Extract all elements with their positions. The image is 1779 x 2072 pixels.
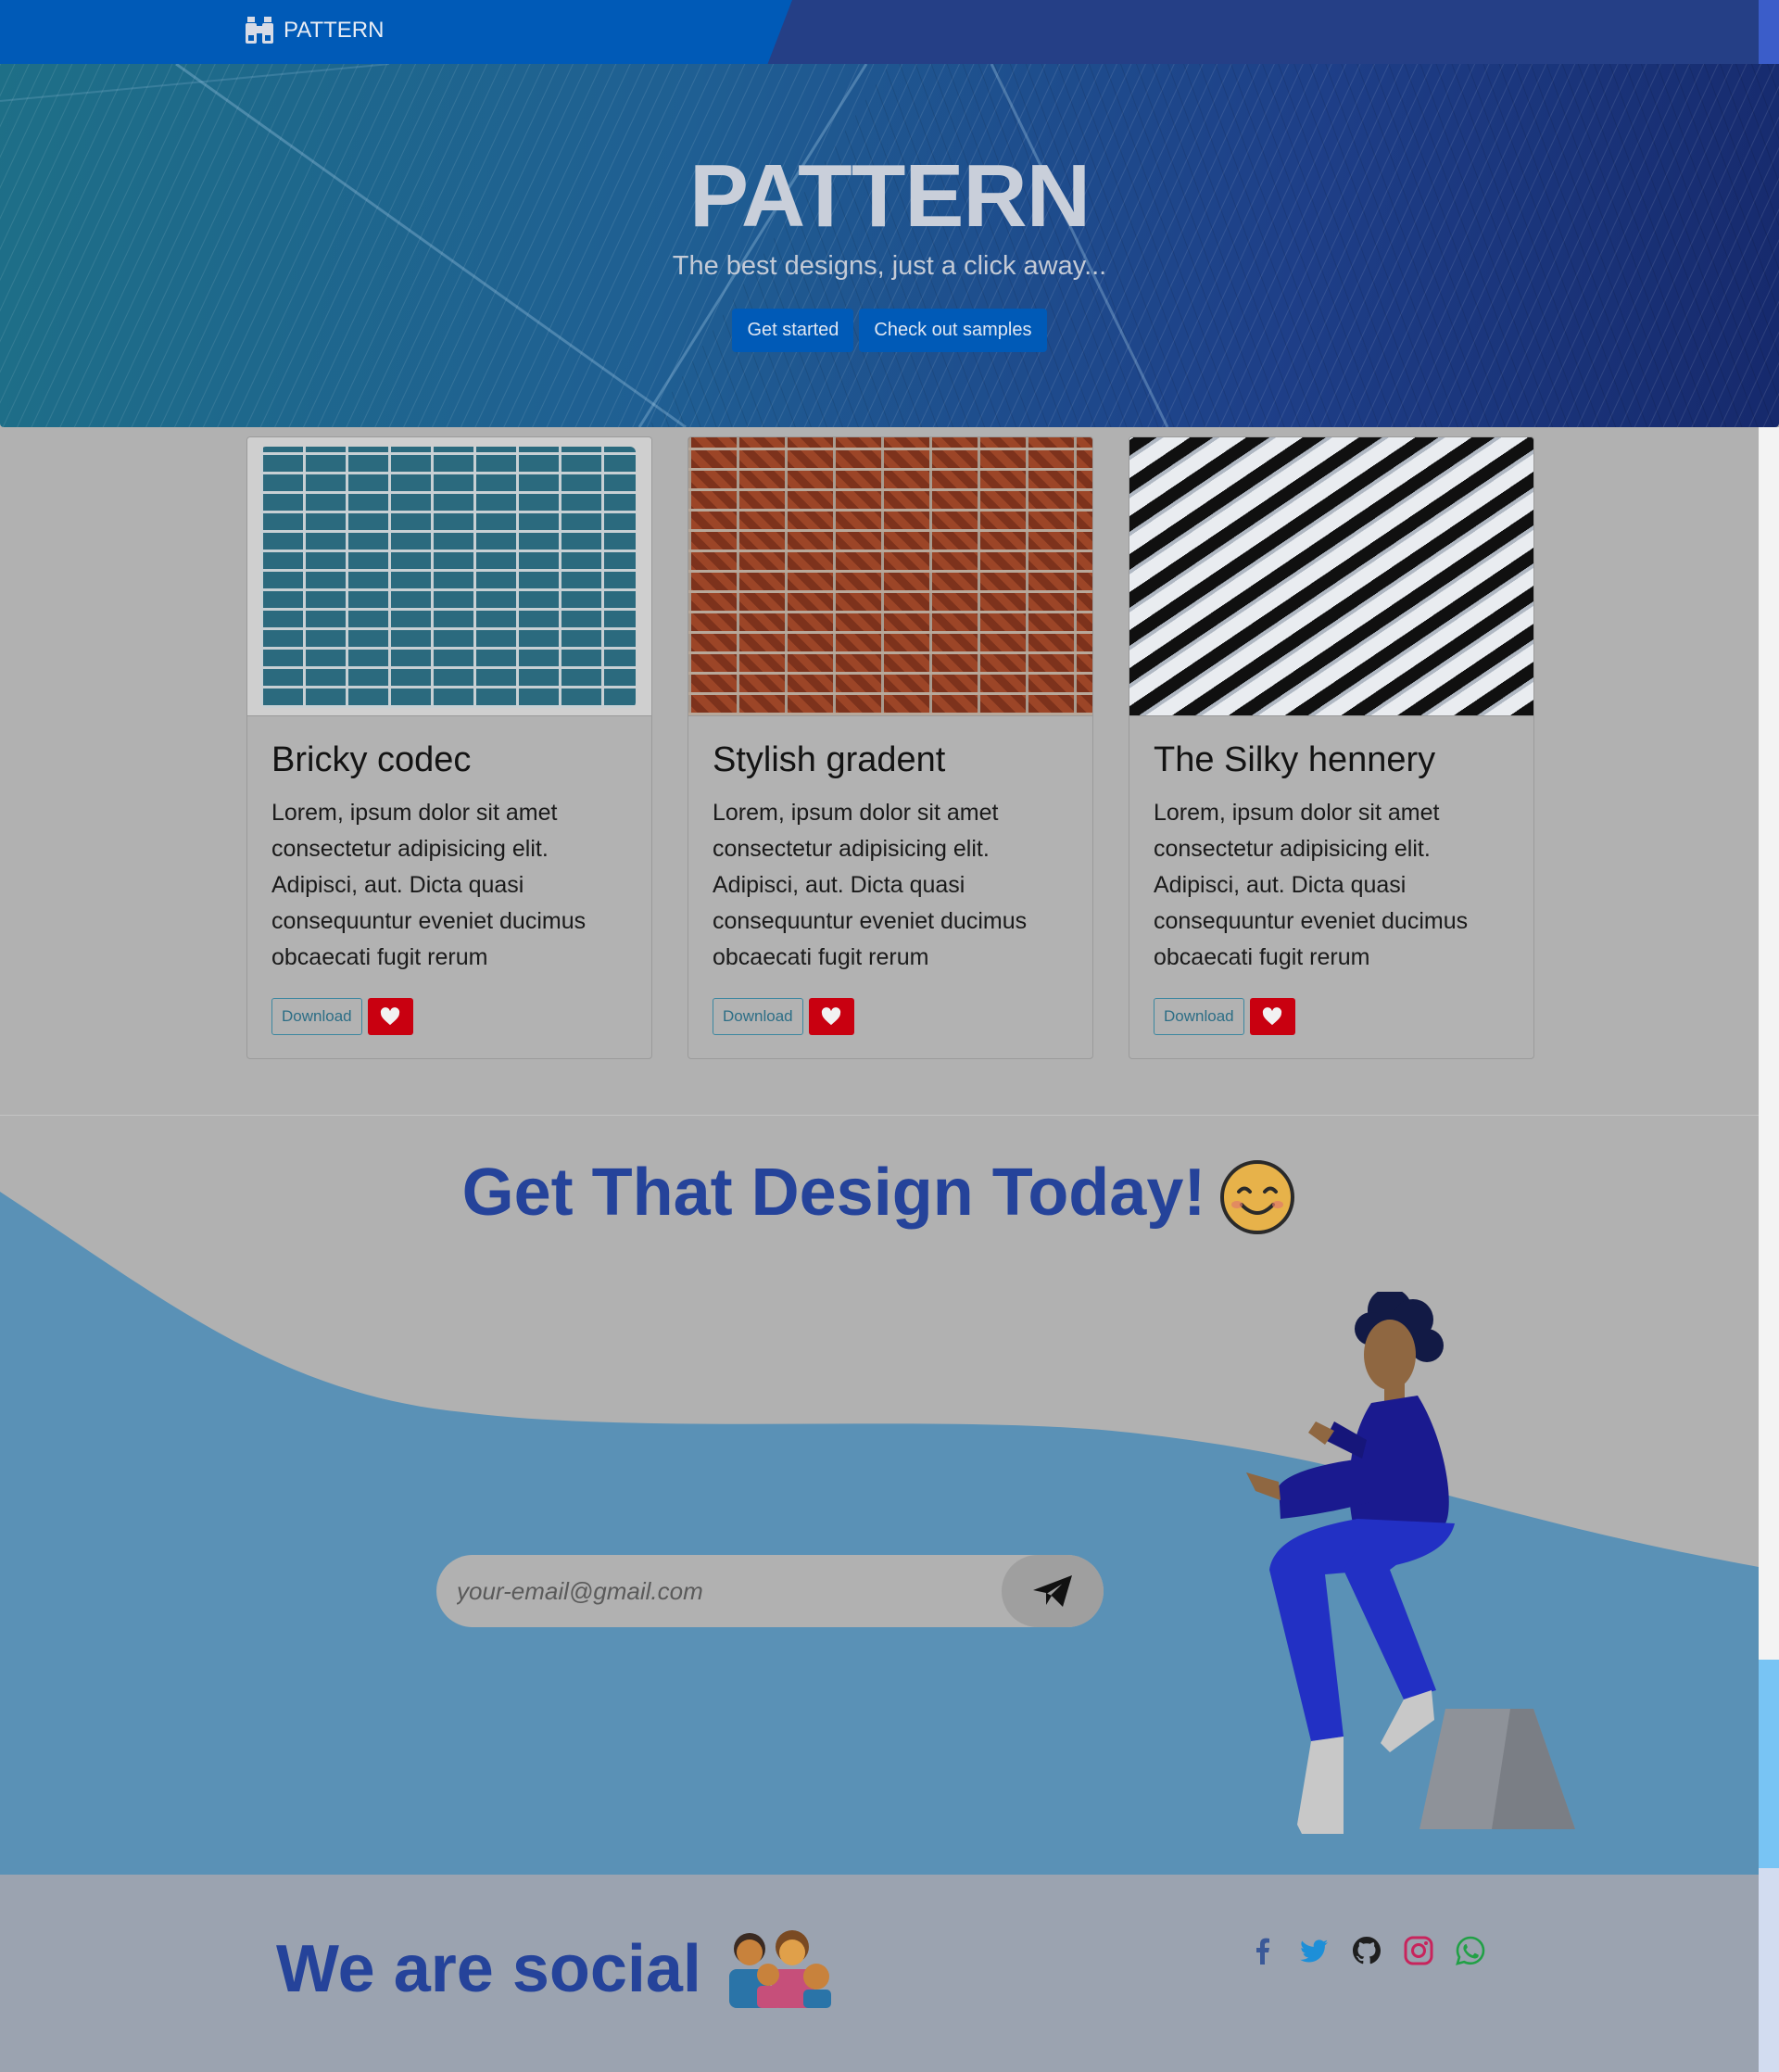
whatsapp-icon[interactable]: [1455, 1935, 1486, 1966]
hero-subtitle: The best designs, just a click away...: [672, 251, 1107, 281]
cta-section: Get That Design Today!: [0, 1115, 1759, 1876]
email-input[interactable]: [436, 1554, 1002, 1628]
twitter-icon[interactable]: [1299, 1935, 1331, 1966]
brand-link[interactable]: PATTERN: [245, 17, 384, 44]
favorite-button[interactable]: [1249, 998, 1295, 1035]
instagram-icon[interactable]: [1403, 1935, 1434, 1966]
card-grid: Bricky codec Lorem, ipsum dolor sit amet…: [246, 436, 1534, 1059]
favorite-button[interactable]: [367, 998, 413, 1035]
facebook-icon[interactable]: [1247, 1935, 1279, 1966]
card-title: The Silky hennery: [1154, 740, 1436, 779]
card-image-blue-brick-wall: [247, 437, 651, 716]
download-button[interactable]: Download: [271, 998, 362, 1035]
card-title: Stylish gradent: [713, 740, 946, 779]
heart-icon: [380, 1007, 400, 1026]
get-started-button[interactable]: Get started: [732, 309, 854, 352]
navbar-edge: [1759, 0, 1779, 64]
card-image-red-brick-wall: [688, 437, 1092, 716]
brand-name: PATTERN: [284, 18, 385, 43]
heart-icon: [1262, 1007, 1282, 1026]
subscribe-form: [436, 1554, 1104, 1628]
hero-banner: PATTERN The best designs, just a click a…: [0, 64, 1779, 427]
card-title: Bricky codec: [271, 740, 472, 779]
card-stylish-gradent: Stylish gradent Lorem, ipsum dolor sit a…: [688, 436, 1093, 1059]
social-links: [1247, 1935, 1507, 1966]
card-text: Lorem, ipsum dolor sit amet consectetur …: [271, 800, 587, 970]
card-silky-hennery: The Silky hennery Lorem, ipsum dolor sit…: [1129, 436, 1534, 1059]
card-bricky-codec: Bricky codec Lorem, ipsum dolor sit amet…: [246, 436, 652, 1059]
hero-buttons: Get started Check out samples: [0, 309, 1779, 352]
paper-plane-icon: [1033, 1575, 1072, 1607]
navbar: PATTERN: [0, 0, 1779, 64]
footer: We are social: [0, 1875, 1759, 2072]
person-illustration: [1246, 1292, 1575, 1834]
github-icon[interactable]: [1351, 1935, 1382, 1966]
favorite-button[interactable]: [808, 998, 854, 1035]
navbar-accent: [0, 0, 792, 64]
card-text: Lorem, ipsum dolor sit amet consectetur …: [713, 800, 1028, 970]
card-text: Lorem, ipsum dolor sit amet consectetur …: [1154, 800, 1469, 970]
heart-icon: [821, 1007, 841, 1026]
smiling-face-icon: [1220, 1159, 1295, 1234]
card-image-black-white-stripes: [1129, 437, 1533, 716]
download-button[interactable]: Download: [1154, 998, 1244, 1035]
check-out-samples-button[interactable]: Check out samples: [859, 309, 1047, 352]
family-icon: [728, 1930, 831, 2008]
binoculars-icon: [246, 17, 273, 44]
send-button[interactable]: [1002, 1555, 1104, 1627]
hero-title: PATTERN: [688, 146, 1091, 246]
download-button[interactable]: Download: [713, 998, 803, 1035]
cta-title: Get That Design Today!: [0, 1155, 1759, 1236]
page-edge: [1759, 427, 1779, 2072]
social-title: We are social: [276, 1930, 839, 2008]
social-title-text: We are social: [276, 1932, 701, 2006]
cta-title-text: Get That Design Today!: [461, 1156, 1206, 1230]
